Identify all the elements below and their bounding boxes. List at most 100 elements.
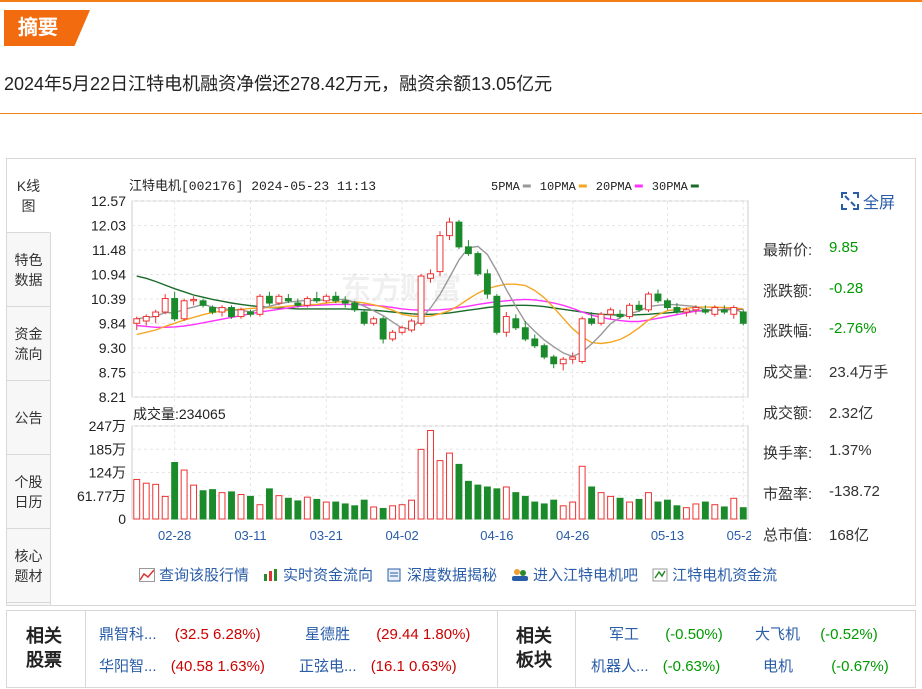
candle-body	[720, 309, 728, 313]
stat-value: 23.4万手	[829, 364, 889, 382]
related-block-item[interactable]: 电机 (-0.67%)	[763, 655, 889, 676]
volume-bar	[370, 506, 378, 520]
link-forum[interactable]: 进入江特电机吧	[511, 564, 638, 585]
candle-body	[133, 318, 141, 324]
chart-header: 江特电机[002176] 2024-05-23 11:13	[129, 179, 376, 194]
tab-kline[interactable]: K线图	[7, 159, 51, 233]
volume-bar	[645, 492, 652, 520]
volume-bar	[493, 488, 501, 520]
candle-body	[408, 320, 416, 331]
tab-announcements[interactable]: 公告	[7, 381, 50, 455]
candle-body	[559, 358, 567, 365]
kline-chart[interactable]: 江特电机[002176] 2024-05-23 11:13 5PMA 10PMA 2…	[51, 159, 751, 559]
related-stock-item[interactable]: 星德胜 (29.44 1.80%)	[305, 623, 470, 644]
candle-body	[446, 221, 453, 237]
candle-body	[607, 309, 615, 315]
candle-body	[152, 311, 160, 318]
quick-links: 查询该股行情 实时资金流向 深度数据揭秘 进入江特电机吧 江特电机资金流	[139, 564, 777, 585]
volume-bar	[303, 496, 311, 520]
candle-body	[389, 331, 397, 340]
headline: 2024年5月22日江特电机融资净偿还278.42万元，融资余额13.05亿元	[4, 74, 553, 94]
candle-body	[645, 293, 652, 311]
stat-row: 涨跌幅: -2.76%	[763, 320, 913, 361]
volume-bar	[692, 503, 700, 520]
related-stock-item[interactable]: 鼎智科... (32.5 6.28%)	[99, 623, 261, 644]
volume-bar	[209, 489, 216, 520]
volume-bar	[152, 483, 160, 520]
candle-body	[332, 295, 340, 302]
divider	[85, 611, 86, 687]
tab-stock-calendar[interactable]: 个股日历	[7, 455, 50, 529]
candle-body	[228, 307, 235, 318]
volume-bar	[578, 465, 586, 520]
candle-body	[265, 295, 273, 304]
candle-body	[303, 298, 311, 306]
date-tick-label: 05-13	[651, 528, 684, 543]
candle-body	[578, 318, 586, 362]
divider	[497, 611, 498, 687]
candle-body	[664, 300, 671, 309]
candle-body	[730, 307, 738, 315]
candle-body	[597, 313, 605, 324]
volume-bar	[294, 500, 302, 520]
related-block-item[interactable]: 军工 (-0.50%)	[609, 623, 723, 644]
volume-bar	[322, 501, 330, 520]
volume-bar	[626, 501, 633, 520]
price-tick-label: 9.30	[99, 340, 126, 356]
volume-bar	[313, 498, 321, 520]
volume-bar	[332, 501, 340, 520]
related-stock-item[interactable]: 正弦电... (16.1 0.63%)	[299, 655, 457, 676]
summary-bar: 摘要	[0, 0, 922, 46]
volume-bar	[512, 492, 520, 520]
volume-bar	[199, 490, 207, 520]
link-quote[interactable]: 查询该股行情	[139, 564, 249, 585]
candle-body	[218, 307, 226, 313]
volume-bar	[654, 501, 662, 520]
ma-legend-label: 20PMA	[596, 180, 633, 194]
candle-body	[199, 300, 207, 306]
stat-label: 最新价:	[763, 242, 813, 259]
fullscreen-button[interactable]: 全屏	[840, 189, 895, 213]
volume-bar	[720, 506, 728, 520]
tab-fund-flow[interactable]: 资金流向	[7, 307, 50, 381]
stat-row: 换手率: 1.37%	[763, 442, 913, 483]
candle-body	[483, 273, 491, 295]
volume-bar	[360, 499, 368, 520]
chart-panel: K线图 特色数据 资金流向 公告 个股日历 核心题材 江特电机[002176] …	[6, 158, 916, 606]
volume-bar	[701, 501, 709, 520]
link-deep-data[interactable]: 深度数据揭秘	[387, 564, 497, 585]
ma-legend-label: 5PMA	[491, 180, 521, 194]
volume-bar	[739, 507, 747, 520]
tab-core-themes[interactable]: 核心题材	[7, 529, 50, 603]
volume-bar	[218, 492, 226, 520]
money-flow-icon	[652, 568, 668, 581]
stat-value: -2.76%	[829, 320, 877, 338]
candle-body	[436, 235, 444, 273]
candle-body	[540, 345, 548, 358]
related-stock-item[interactable]: 华阳智... (40.58 1.63%)	[99, 655, 265, 676]
date-tick-label: 05-23	[727, 528, 751, 543]
candle-body	[142, 316, 150, 322]
tab-special-data[interactable]: 特色数据	[7, 233, 50, 307]
date-tick-label: 04-16	[480, 528, 513, 543]
related-block-item[interactable]: 机器人... (-0.63%)	[591, 655, 720, 676]
volume-bar	[180, 469, 188, 520]
stat-label: 成交额:	[763, 404, 813, 422]
volume-bar	[464, 480, 472, 520]
candle-body	[256, 295, 264, 315]
stat-value: -0.28	[829, 279, 864, 297]
divider-rule	[0, 113, 922, 114]
link-capital-flow[interactable]: 江特电机资金流	[652, 564, 777, 585]
volume-bar	[161, 495, 169, 520]
volume-bar	[228, 491, 235, 520]
related-block-item[interactable]: 大飞机 (-0.52%)	[755, 623, 878, 644]
stat-value: 168亿	[829, 526, 870, 544]
volume-bar	[417, 448, 425, 520]
candle-body	[464, 246, 472, 255]
volume-bar	[597, 492, 605, 520]
volume-tick-label: 185万	[89, 441, 126, 457]
volume-bar	[398, 504, 406, 520]
price-tick-label: 10.94	[91, 267, 126, 283]
volume-bar	[455, 463, 463, 520]
link-fund-flow[interactable]: 实时资金流向	[263, 564, 373, 585]
